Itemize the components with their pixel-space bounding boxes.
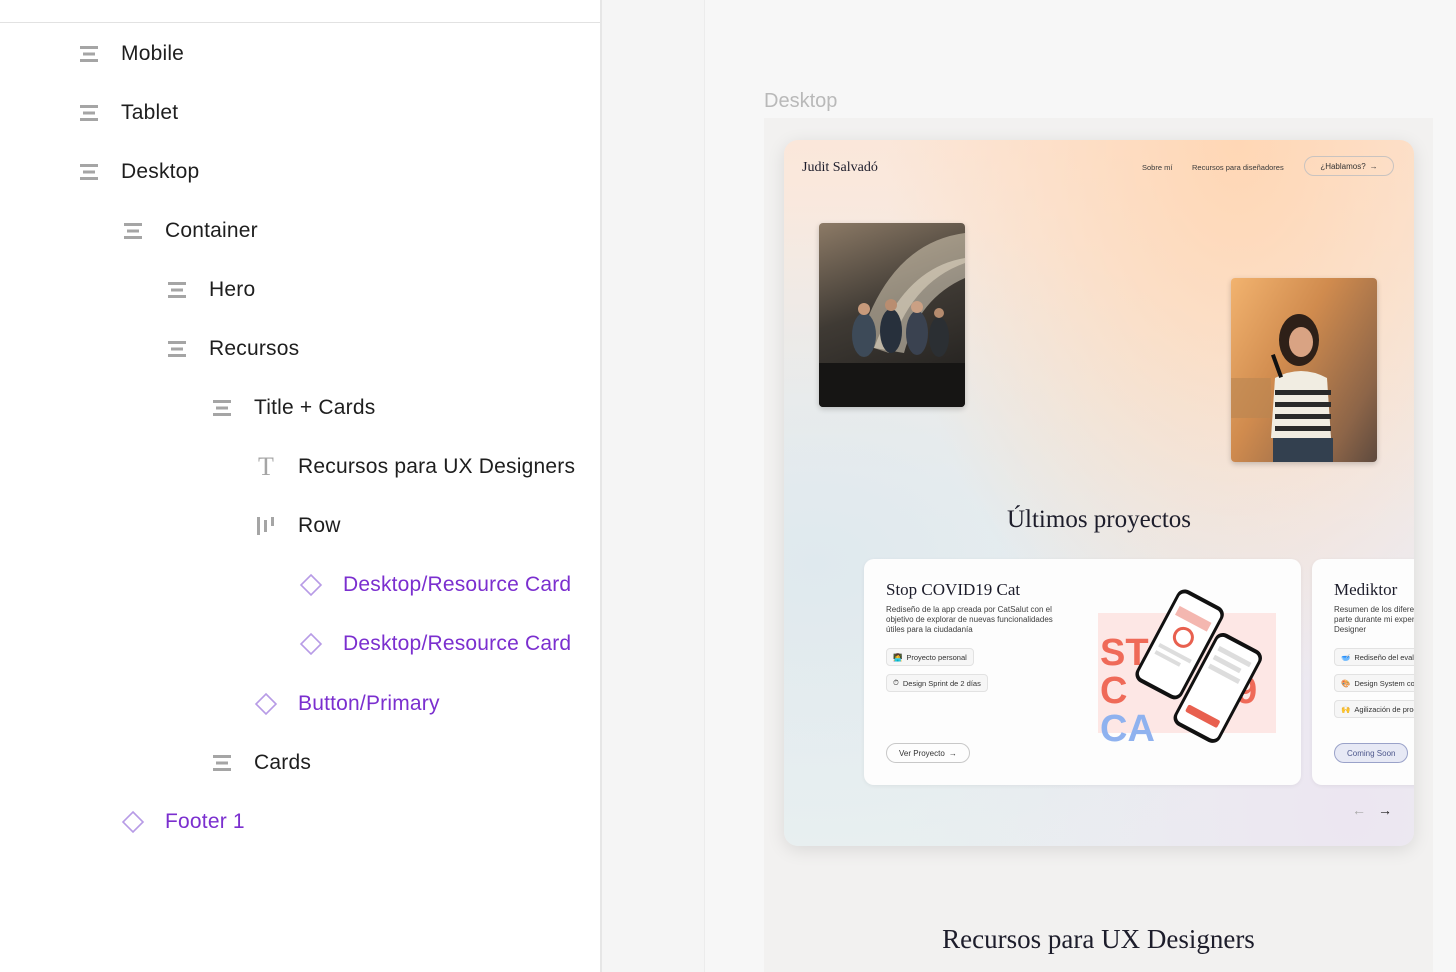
carousel-next-icon[interactable]: →	[1378, 802, 1392, 818]
layer-label: Desktop/Resource Card	[343, 632, 572, 655]
project-card[interactable]: Stop COVID19 Cat Rediseño de la app crea…	[864, 559, 1301, 785]
layer-text-recursos-ux[interactable]: T Recursos para UX Designers	[254, 447, 575, 487]
layer-label: Mobile	[121, 42, 185, 65]
component-instance-icon	[121, 810, 145, 834]
website-preview: Judit Salvadó Sobre mí Recursos para dis…	[784, 140, 1414, 846]
project-card[interactable]: Mediktor Resumen de los diferentes proye…	[1312, 559, 1414, 785]
svg-text:CA: CA	[1100, 708, 1155, 750]
project-card-title: Stop COVID19 Cat	[886, 580, 1021, 599]
project-mockup-image: ST C 9 CA	[1096, 587, 1280, 753]
text-glyph: T	[258, 452, 274, 481]
nav-link-about[interactable]: Sobre mí	[1142, 163, 1172, 172]
frame-icon	[77, 160, 101, 184]
timer-icon: ⏱	[893, 678, 899, 687]
layer-row[interactable]: Row	[254, 506, 341, 546]
layer-resource-card-2[interactable]: Desktop/Resource Card	[299, 624, 571, 664]
nav-link-resources[interactable]: Recursos para diseñadores	[1192, 163, 1284, 172]
contact-button-label: ¿Hablamos?	[1320, 161, 1366, 171]
layer-label: Desktop	[121, 160, 200, 183]
desktop-frame[interactable]: Judit Salvadó Sobre mí Recursos para dis…	[764, 118, 1433, 972]
project-tag: ⏱ Design Sprint de 2 días	[886, 674, 988, 692]
layer-tablet[interactable]: Tablet	[77, 93, 178, 133]
view-project-button[interactable]: Ver Proyecto →	[886, 743, 970, 763]
frame-icon	[165, 337, 189, 361]
layer-label: Footer 1	[165, 810, 245, 833]
frame-icon	[210, 396, 234, 420]
frame-icon	[121, 219, 145, 243]
brand-logo[interactable]: Judit Salvadó	[802, 160, 878, 176]
layer-button-primary[interactable]: Button/Primary	[254, 684, 440, 724]
layer-label: Hero	[209, 278, 256, 301]
layer-mobile[interactable]: Mobile	[77, 34, 184, 74]
person-icon: 👩‍💻	[893, 652, 903, 662]
view-project-label: Ver Proyecto	[899, 748, 945, 758]
layer-hero[interactable]: Hero	[165, 270, 255, 310]
text-icon: T	[254, 452, 278, 481]
layer-container[interactable]: Container	[121, 211, 258, 251]
project-tag-label: Design Sprint de 2 días	[902, 678, 981, 688]
project-card-title: Mediktor	[1334, 580, 1398, 599]
frame-label[interactable]: Desktop	[764, 90, 837, 113]
carousel-prev-icon[interactable]: ←	[1352, 802, 1366, 818]
layer-label: Row	[298, 514, 341, 537]
bowl-icon: 🥣	[1341, 652, 1351, 662]
coming-soon-button[interactable]: Coming Soon	[1334, 743, 1409, 763]
arrow-right-icon: →	[1369, 161, 1378, 171]
component-instance-icon	[299, 573, 323, 597]
frame-icon	[77, 42, 101, 66]
project-tag: 👩‍💻 Proyecto personal	[886, 648, 974, 666]
latest-projects-title: Últimos proyectos	[1006, 506, 1191, 533]
contact-button[interactable]: ¿Hablamos? →	[1304, 156, 1394, 176]
hero-photo-show-time	[819, 223, 965, 407]
layer-label: Tablet	[121, 101, 179, 124]
layer-footer[interactable]: Footer 1	[121, 802, 245, 842]
frame-icon	[210, 751, 234, 775]
frame-icon	[165, 278, 189, 302]
arrow-right-icon: →	[948, 748, 957, 758]
project-tag-label: Proyecto personal	[906, 652, 967, 662]
layer-label: Desktop/Resource Card	[343, 573, 572, 596]
layer-label: Title + Cards	[254, 396, 376, 419]
horizontal-layout-icon	[254, 514, 278, 538]
raised-hands-icon: 🙌	[1341, 704, 1351, 714]
layers-panel: Mobile Tablet Desktop Container Hero Rec…	[0, 0, 602, 972]
layer-title-cards[interactable]: Title + Cards	[210, 388, 375, 428]
layer-label: Recursos para UX Designers	[298, 455, 576, 478]
frame-icon	[77, 101, 101, 125]
component-instance-icon	[299, 632, 323, 656]
layer-label: Recursos	[209, 337, 300, 360]
project-tag-label: Design System con Figma	[1354, 678, 1414, 688]
palette-icon: 🎨	[1341, 678, 1351, 688]
panel-divider	[0, 22, 600, 23]
layer-resource-card-1[interactable]: Desktop/Resource Card	[299, 565, 571, 605]
project-tag: 🎨 Design System con Figma	[1334, 674, 1414, 692]
project-tag-label: Rediseño del evaluador	[1354, 652, 1414, 662]
project-tag-label: Agilización de procesos	[1354, 704, 1414, 714]
hero-photo-speaker	[1231, 278, 1377, 462]
project-tag: 🥣 Rediseño del evaluador	[1334, 648, 1414, 666]
canvas-gutter	[602, 0, 705, 972]
project-card-description: Resumen de los diferentes proyectos en l…	[1334, 605, 1414, 634]
resources-title: Recursos para UX Designers	[942, 924, 1255, 954]
layer-desktop[interactable]: Desktop	[77, 152, 199, 192]
layer-label: Container	[165, 219, 258, 242]
component-instance-icon	[254, 692, 278, 716]
layer-label: Cards	[254, 751, 312, 774]
project-card-description: Rediseño de la app creada por CatSalut c…	[886, 605, 1053, 634]
svg-text:C: C	[1100, 670, 1127, 712]
layer-label: Button/Primary	[298, 692, 440, 715]
project-tag: 🙌 Agilización de procesos	[1334, 700, 1414, 718]
layer-recursos[interactable]: Recursos	[165, 329, 299, 369]
layer-cards[interactable]: Cards	[210, 743, 311, 783]
